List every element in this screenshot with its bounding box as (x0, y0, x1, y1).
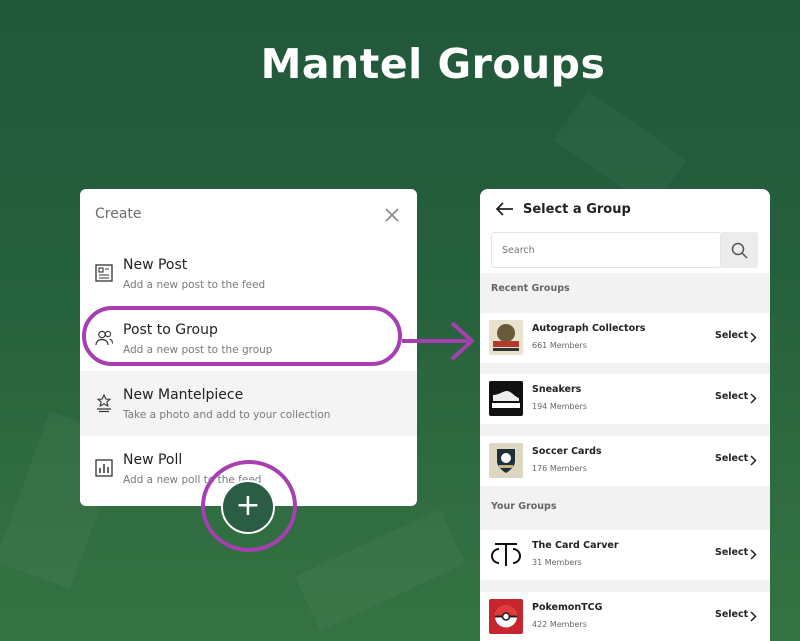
recent-groups-label: Recent Groups (491, 283, 570, 294)
group-row-sneakers[interactable]: Sneakers 194 Members Select (480, 374, 770, 424)
back-arrow-icon[interactable] (496, 202, 514, 216)
group-row-soccer-cards[interactable]: Soccer Cards 176 Members Select (480, 436, 770, 486)
your-groups-label: Your Groups (491, 501, 557, 512)
group-avatar (489, 443, 523, 478)
group-name: Autograph Collectors (532, 323, 646, 334)
create-fab-button[interactable]: + (221, 480, 275, 534)
search-button[interactable] (721, 232, 758, 268)
group-members: 176 Members (532, 464, 587, 473)
group-avatar (489, 599, 523, 634)
select-group-panel: Select a Group Recent Groups Autograph C… (480, 189, 770, 641)
select-button[interactable]: Select (715, 609, 748, 620)
group-avatar (489, 381, 523, 416)
group-avatar (489, 320, 523, 355)
group-members: 422 Members (532, 620, 587, 629)
group-name: The Card Carver (532, 540, 619, 551)
select-button[interactable]: Select (715, 547, 748, 558)
group-members: 31 Members (532, 558, 582, 567)
select-group-header: Select a Group (480, 189, 770, 231)
select-group-title: Select a Group (523, 202, 631, 217)
group-row-autograph-collectors[interactable]: Autograph Collectors 661 Members Select (480, 313, 770, 363)
search-bar (480, 231, 770, 273)
group-name: PokemonTCG (532, 602, 603, 613)
chevron-right-icon (750, 332, 757, 343)
select-button[interactable]: Select (715, 453, 748, 464)
chevron-right-icon (750, 393, 757, 404)
group-row-pokemontcg[interactable]: PokemonTCG 422 Members Select (480, 592, 770, 641)
group-name: Sneakers (532, 384, 582, 395)
select-button[interactable]: Select (715, 391, 748, 402)
chevron-right-icon (750, 549, 757, 560)
group-row-the-card-carver[interactable]: The Card Carver 31 Members Select (480, 530, 770, 580)
group-members: 661 Members (532, 341, 587, 350)
group-name: Soccer Cards (532, 446, 602, 457)
search-icon (731, 242, 748, 259)
search-input[interactable] (491, 232, 721, 268)
group-members: 194 Members (532, 402, 587, 411)
chevron-right-icon (750, 455, 757, 466)
chevron-right-icon (750, 611, 757, 622)
select-button[interactable]: Select (715, 330, 748, 341)
group-avatar (489, 537, 523, 572)
